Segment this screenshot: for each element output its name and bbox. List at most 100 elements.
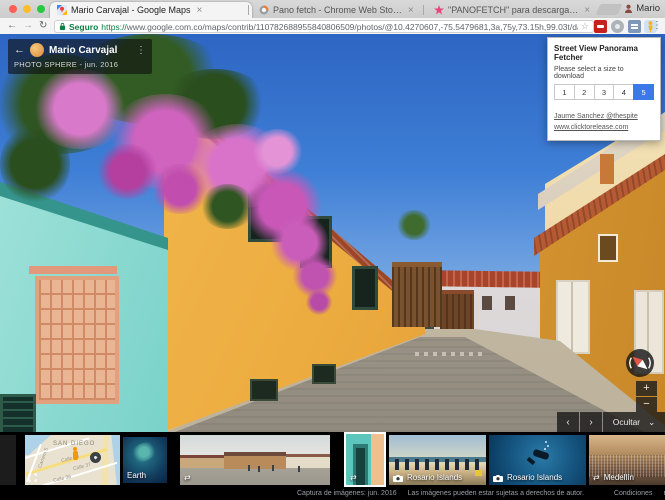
pegman-marker[interactable] xyxy=(71,447,79,461)
rosario-people-thumbnail[interactable]: Rosario Islands xyxy=(389,435,486,485)
plaza-thumbnail[interactable]: ⇄ xyxy=(180,435,330,485)
profile-chip[interactable]: Mario xyxy=(624,3,660,14)
tab-close-icon[interactable]: × xyxy=(584,5,590,16)
plaza-building xyxy=(180,455,224,468)
yellow-sign xyxy=(475,470,482,476)
group-of-people xyxy=(395,459,480,470)
new-tab-button[interactable] xyxy=(595,4,622,15)
minimize-window-button[interactable] xyxy=(23,5,31,13)
pedestrian xyxy=(298,466,300,472)
compass-icon xyxy=(626,349,654,377)
map-circle-button[interactable] xyxy=(90,452,101,463)
back-icon[interactable]: ← xyxy=(7,19,17,33)
size-button-3[interactable]: 3 xyxy=(594,84,615,100)
tab-title: "PANOFETCH" para descarga… xyxy=(448,5,578,15)
thumbnail-label: Medellín xyxy=(604,473,634,482)
size-button-4[interactable]: 4 xyxy=(613,84,634,100)
compass-control[interactable] xyxy=(626,349,654,377)
size-selector: 1 2 3 4 5 xyxy=(554,84,654,100)
extension-red-icon[interactable] xyxy=(594,20,607,33)
url-text: https://www.google.com.co/maps/contrib/1… xyxy=(101,22,578,32)
padlock-icon xyxy=(59,22,66,31)
capture-date: Captura de imágenes: jun. 2016 xyxy=(297,490,397,497)
zoom-in-button[interactable]: + xyxy=(636,381,657,396)
hide-button[interactable]: Ocultar ⌄ xyxy=(603,412,665,432)
tab-separator xyxy=(248,5,249,15)
pedestrian xyxy=(248,465,250,471)
photo-meta: PHOTO SPHERE - jun. 2016 xyxy=(14,60,146,69)
profile-icon xyxy=(624,4,633,13)
current-pano-thumbnail[interactable]: ⇄ xyxy=(344,432,386,487)
next-button[interactable]: › xyxy=(580,412,602,432)
earth-thumbnail[interactable]: Earth xyxy=(123,437,167,483)
minimap-thumbnail[interactable]: SAN DIEGO Carrera 5 Calle 39 Calle 37 Ca… xyxy=(25,435,120,485)
popup-title: Street View Panorama Fetcher xyxy=(554,44,654,62)
prev-button[interactable]: ‹ xyxy=(557,412,579,432)
google-maps-icon xyxy=(57,5,67,15)
thumbnail-strip: SAN DIEGO Carrera 5 Calle 39 Calle 37 Ca… xyxy=(0,432,665,487)
size-button-2[interactable]: 2 xyxy=(574,84,595,100)
base-vent xyxy=(250,379,278,401)
extension-blue-icon[interactable] xyxy=(628,20,641,33)
size-button-1[interactable]: 1 xyxy=(554,84,575,100)
bubble xyxy=(544,448,546,450)
wooden-balcony xyxy=(392,262,442,327)
back-arrow-icon[interactable]: ← xyxy=(14,44,25,56)
tab-title: Pano fetch - Chrome Web Sto… xyxy=(273,5,402,15)
close-window-button[interactable] xyxy=(9,5,17,13)
tab-pano-fetch[interactable]: Pano fetch - Chrome Web Sto… × xyxy=(252,2,428,18)
tab-close-icon[interactable]: × xyxy=(197,5,203,16)
diver xyxy=(532,449,549,461)
tab-panofetch[interactable]: "PANOFETCH" para descarga… × xyxy=(427,2,599,18)
diver-fin xyxy=(527,457,536,465)
street-view-panorama[interactable]: ← Mario Carvajal ⋮ PHOTO SPHERE - jun. 2… xyxy=(0,34,665,432)
base-vent xyxy=(312,364,336,384)
medellin-thumbnail[interactable]: ⇄ Medellín xyxy=(589,435,665,485)
partial-thumbnail[interactable] xyxy=(0,435,16,485)
window-controls xyxy=(9,5,45,13)
rosario-diver-thumbnail[interactable]: Rosario Islands xyxy=(489,435,586,485)
crosswalk-dots xyxy=(415,352,487,356)
panofetch-icon xyxy=(434,5,444,15)
url-rest: www.google.com.co/maps/contrib/110782688… xyxy=(127,22,578,32)
palm-tree xyxy=(396,210,432,240)
overflow-menu-icon[interactable]: ⋮ xyxy=(136,45,146,56)
size-button-5[interactable]: 5 xyxy=(633,84,654,100)
map-shore xyxy=(101,435,108,485)
distant-window xyxy=(482,296,492,310)
green-window xyxy=(352,266,378,310)
forward-icon[interactable]: → xyxy=(23,19,33,33)
map-street-label: Calle 36 xyxy=(53,474,72,484)
avatar xyxy=(30,43,44,57)
small-corner-window xyxy=(0,394,36,432)
camera-icon xyxy=(393,474,403,482)
credit-link[interactable]: Jaume Sanchez @thespite xyxy=(554,112,654,123)
website-link[interactable]: www.clicktorelease.com xyxy=(554,123,654,134)
plaza-building xyxy=(224,452,286,469)
earth-label: Earth xyxy=(127,471,146,480)
right-chimney xyxy=(600,154,614,184)
zoom-out-button[interactable]: − xyxy=(636,397,657,412)
terms-link[interactable]: Condiciones xyxy=(614,490,653,497)
reload-icon[interactable]: ↻ xyxy=(39,19,47,33)
plaza-building xyxy=(286,454,330,468)
bookmark-star-icon[interactable]: ☆ xyxy=(581,21,589,32)
tab-google-maps[interactable]: Mario Carvajal - Google Maps × xyxy=(50,2,252,18)
address-bar[interactable]: Seguro https://www.google.com.co/maps/co… xyxy=(54,20,594,33)
door-interior xyxy=(356,448,365,486)
attribution-bar: Captura de imágenes: jun. 2016 Las imáge… xyxy=(0,487,665,500)
pedestrian xyxy=(258,466,260,472)
bubble xyxy=(545,441,547,443)
tab-close-icon[interactable]: × xyxy=(408,5,414,16)
thumbnail-label: Rosario Islands xyxy=(507,473,562,482)
fullscreen-window-button[interactable] xyxy=(37,5,45,13)
author-name[interactable]: Mario Carvajal xyxy=(49,45,131,56)
fullscreen-icon[interactable] xyxy=(28,473,37,482)
browser-menu-icon[interactable]: ⋮ xyxy=(652,20,662,31)
extension-grey-icon[interactable] xyxy=(611,20,624,33)
profile-name: Mario xyxy=(636,3,660,14)
browser-toolbar: ← → ↻ Seguro https://www.google.com.co/m… xyxy=(0,18,665,35)
pedestrian xyxy=(272,465,274,471)
url-scheme: https:// xyxy=(101,22,127,32)
zoom-controls: + − xyxy=(636,381,657,413)
